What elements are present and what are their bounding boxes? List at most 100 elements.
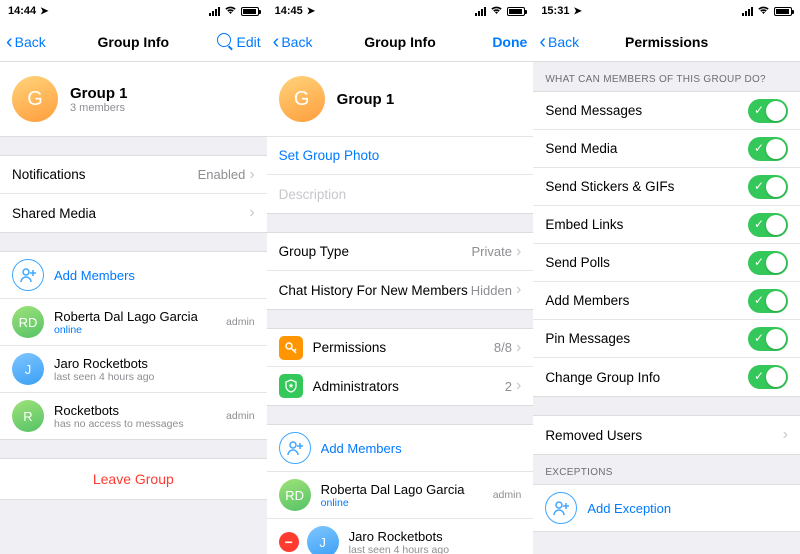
admin-badge: admin [226, 410, 255, 422]
permission-row: Send Polls✓ [533, 244, 800, 282]
member-row[interactable]: RDRoberta Dal Lago Garciaonlineadmin [267, 472, 534, 519]
group-subtitle: 3 members [70, 102, 128, 114]
nav-bar: ‹ Back Group Info Done [267, 22, 534, 62]
back-button[interactable]: ‹ Back [539, 32, 599, 52]
status-time: 14:44 [8, 5, 36, 17]
chevron-left-icon: ‹ [273, 32, 280, 52]
row-notifications[interactable]: Notifications Enabled › [0, 156, 267, 194]
member-avatar: RD [279, 479, 311, 511]
shield-icon [279, 374, 303, 398]
permission-row: Pin Messages✓ [533, 320, 800, 358]
row-group-type[interactable]: Group Type Private › [267, 233, 534, 271]
member-avatar: RD [12, 306, 44, 338]
screen-group-info-edit: 14:45 ➤ ‹ Back Group Info Done G [267, 0, 534, 554]
permission-row: Send Stickers & GIFs✓ [533, 168, 800, 206]
add-members-button[interactable]: Add Members [0, 252, 267, 299]
signal-icon [475, 7, 486, 16]
permission-label: Send Polls [545, 255, 748, 270]
status-bar: 15:31 ➤ [533, 0, 800, 22]
status-time: 15:31 [541, 5, 569, 17]
nav-title: Group Info [333, 34, 468, 50]
back-button[interactable]: ‹ Back [273, 32, 333, 52]
row-permissions[interactable]: Permissions 8/8 › [267, 329, 534, 367]
wifi-icon [757, 5, 770, 18]
permission-label: Add Members [545, 293, 748, 308]
member-status: online [321, 497, 483, 509]
member-row[interactable]: R Rocketbotshas no access to messages admi… [0, 393, 267, 439]
section-header: WHAT CAN MEMBERS OF THIS GROUP DO? [533, 62, 800, 91]
search-icon [217, 33, 231, 47]
status-bar: 14:44 ➤ [0, 0, 267, 22]
permission-label: Send Stickers & GIFs [545, 179, 748, 194]
location-icon: ➤ [40, 6, 48, 17]
battery-icon [774, 7, 792, 16]
nav-title: Group Info [66, 34, 201, 50]
permission-label: Send Messages [545, 103, 748, 118]
location-icon: ➤ [573, 6, 581, 17]
member-name: Rocketbots [54, 403, 216, 418]
done-button[interactable]: Done [492, 34, 527, 50]
permission-toggle[interactable]: ✓ [748, 175, 788, 199]
set-group-photo-button[interactable]: Set Group Photo [267, 137, 534, 175]
remove-member-icon[interactable]: − [279, 532, 299, 552]
permission-row: Add Members✓ [533, 282, 800, 320]
row-administrators[interactable]: Administrators 2 › [267, 367, 534, 405]
permission-row: Embed Links✓ [533, 206, 800, 244]
chevron-right-icon: › [516, 377, 521, 395]
permission-toggle[interactable]: ✓ [748, 251, 788, 275]
group-header: G Group 1 3 members [0, 62, 267, 137]
edit-button[interactable]: Edit [237, 34, 261, 50]
member-status: last seen 4 hours ago [54, 371, 255, 383]
search-button[interactable] [217, 33, 235, 50]
add-members-button[interactable]: Add Members [267, 425, 534, 472]
group-avatar[interactable]: G [279, 76, 325, 122]
row-removed-users[interactable]: Removed Users › [533, 416, 800, 454]
add-user-icon [12, 259, 44, 291]
group-name: Group 1 [70, 85, 128, 102]
chevron-right-icon: › [516, 281, 521, 299]
member-name: Roberta Dal Lago Garcia [321, 482, 483, 497]
member-row[interactable]: −JJaro Rocketbotslast seen 4 hours ago [267, 519, 534, 554]
signal-icon [742, 7, 753, 16]
add-user-icon [545, 492, 577, 524]
permission-toggle[interactable]: ✓ [748, 289, 788, 313]
row-shared-media[interactable]: Shared Media › [0, 194, 267, 232]
chevron-left-icon: ‹ [6, 32, 13, 52]
add-user-icon [279, 432, 311, 464]
chevron-right-icon: › [249, 204, 254, 222]
battery-icon [507, 7, 525, 16]
leave-group-button[interactable]: Leave Group [0, 459, 267, 499]
permission-label: Send Media [545, 141, 748, 156]
status-bar: 14:45 ➤ [267, 0, 534, 22]
chevron-right-icon: › [516, 339, 521, 357]
group-name-input[interactable]: Group 1 [337, 91, 395, 108]
chevron-right-icon: › [783, 426, 788, 444]
add-exception-button[interactable]: Add Exception [533, 485, 800, 531]
permission-toggle[interactable]: ✓ [748, 213, 788, 237]
row-chat-history[interactable]: Chat History For New Members Hidden › [267, 271, 534, 309]
group-header: G Group 1 [267, 62, 534, 137]
nav-title: Permissions [599, 34, 734, 50]
permission-toggle[interactable]: ✓ [748, 99, 788, 123]
permission-label: Change Group Info [545, 370, 748, 385]
admin-badge: admin [226, 316, 255, 328]
member-avatar: R [12, 400, 44, 432]
permission-toggle[interactable]: ✓ [748, 327, 788, 351]
nav-bar: ‹ Back Group Info Edit [0, 22, 267, 62]
member-name: Jaro Rocketbots [54, 356, 255, 371]
permission-toggle[interactable]: ✓ [748, 365, 788, 389]
chevron-left-icon: ‹ [539, 32, 546, 52]
member-row[interactable]: JJaro Rocketbotslast seen 4 hours ago [0, 346, 267, 393]
screen-group-info-view: 14:44 ➤ ‹ Back Group Info Edit G Gr [0, 0, 267, 554]
description-input[interactable]: Description [267, 175, 534, 213]
back-button[interactable]: ‹ Back [6, 32, 66, 52]
group-avatar: G [12, 76, 58, 122]
permission-toggle[interactable]: ✓ [748, 137, 788, 161]
permission-row: Send Media✓ [533, 130, 800, 168]
member-row[interactable]: RDRoberta Dal Lago Garciaonlineadmin [0, 299, 267, 346]
member-status: has no access to messages [54, 418, 216, 430]
member-status: online [54, 324, 216, 336]
wifi-icon [490, 5, 503, 18]
permission-label: Pin Messages [545, 331, 748, 346]
screen-permissions: 15:31 ➤ ‹ Back Permissions WHAT CAN MEMB… [533, 0, 800, 554]
